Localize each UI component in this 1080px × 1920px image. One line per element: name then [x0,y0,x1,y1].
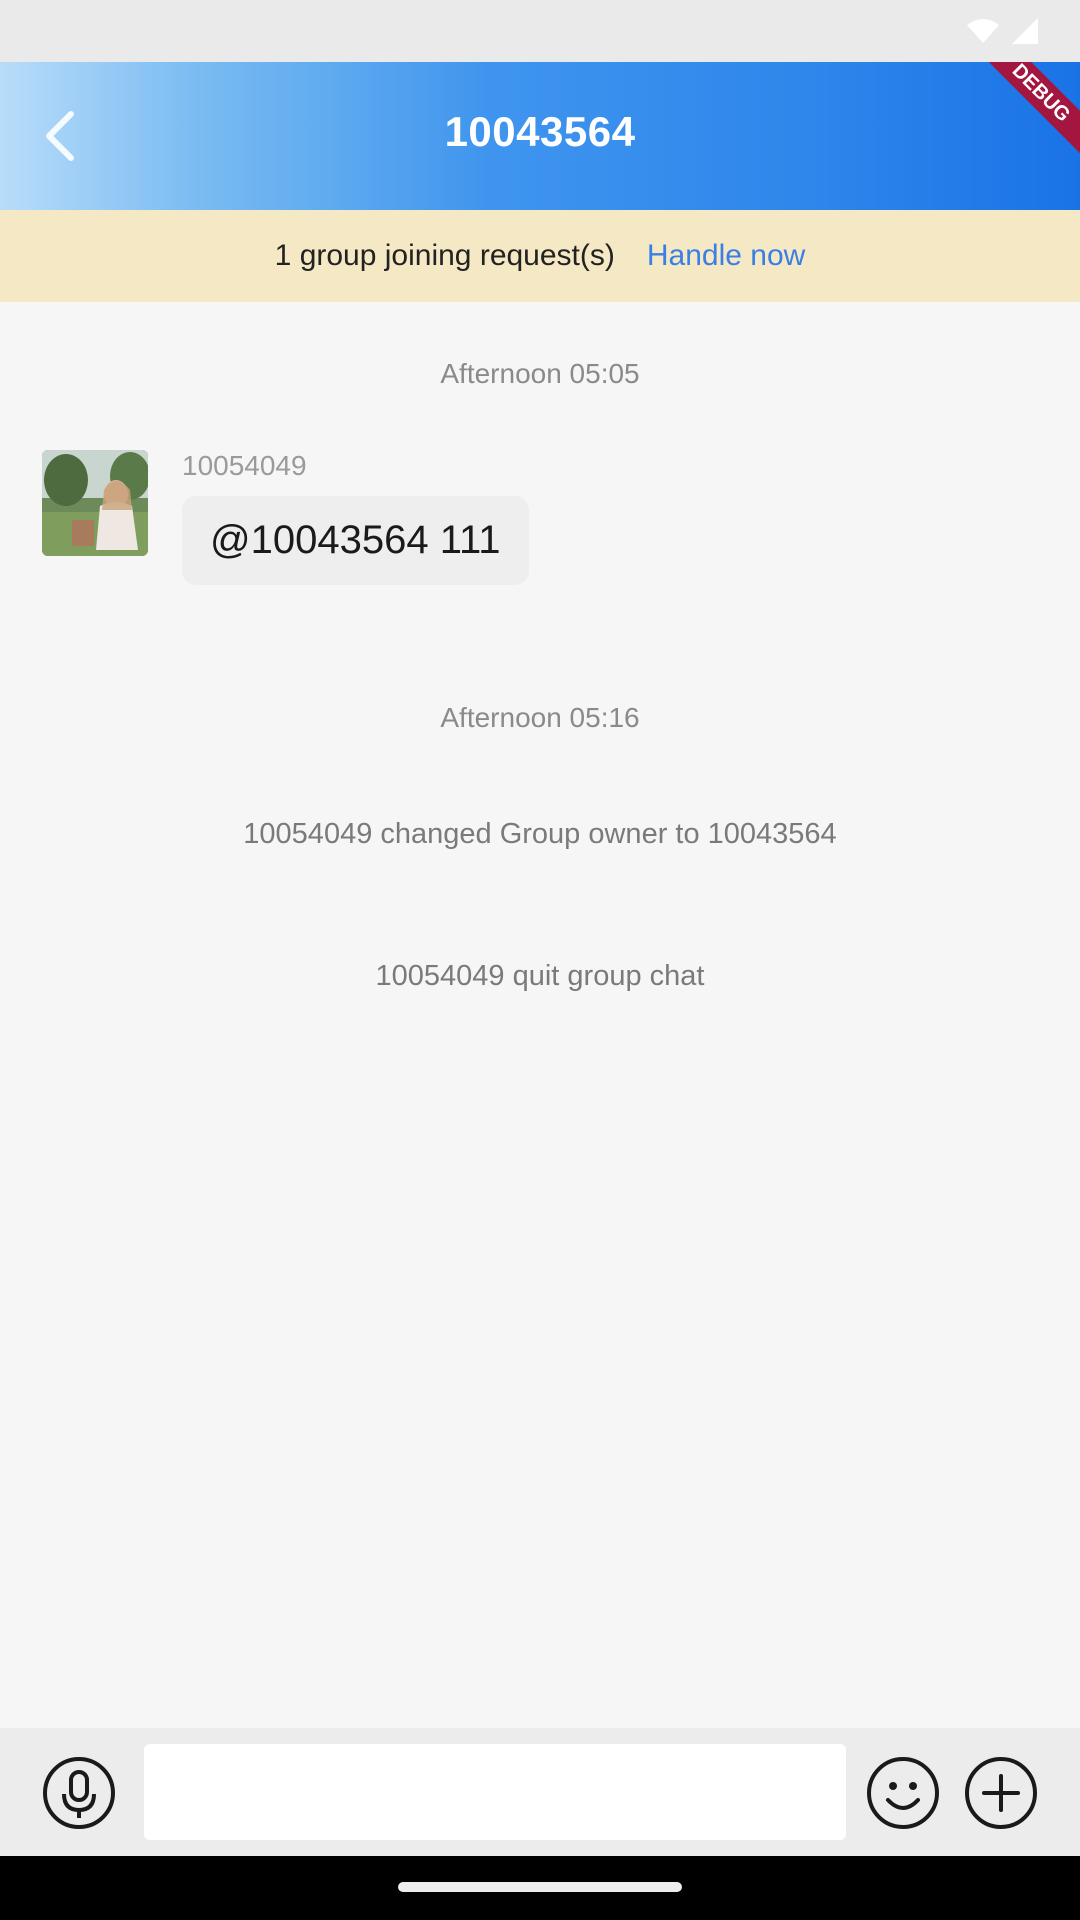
status-icons [966,16,1040,46]
join-request-text: 1 group joining request(s) [274,239,615,272]
system-message: 10054049 quit group chat [375,960,705,992]
sender-name: 10054049 [182,450,307,481]
emoji-button[interactable] [866,1756,940,1830]
cellular-signal-icon [1012,18,1038,44]
plus-icon [965,1757,1037,1829]
handle-now-link[interactable]: Handle now [647,239,805,273]
smiley-icon [867,1757,939,1829]
wifi-icon [967,19,999,43]
message-timestamp: Afternoon 05:16 [440,702,640,733]
system-nav-bar [0,1856,1080,1920]
message-bubble[interactable]: @10043564 111 [182,496,529,585]
message-timestamp: Afternoon 05:05 [440,358,640,389]
status-bar [0,0,1080,62]
input-bar [0,1728,1080,1856]
more-button[interactable] [964,1756,1038,1830]
avatar[interactable] [42,450,148,556]
system-message: 10054049 changed Group owner to 10043564 [243,818,837,850]
page-title: 10043564 [444,108,636,155]
microphone-icon [43,1757,115,1829]
message-input[interactable] [144,1744,846,1840]
avatar-photo [42,450,148,556]
join-request-banner: 1 group joining request(s) Handle now [0,210,1080,302]
app-bar: 10043564 DEBUG [0,62,1080,210]
home-indicator[interactable] [398,1882,682,1892]
voice-button[interactable] [42,1756,116,1830]
